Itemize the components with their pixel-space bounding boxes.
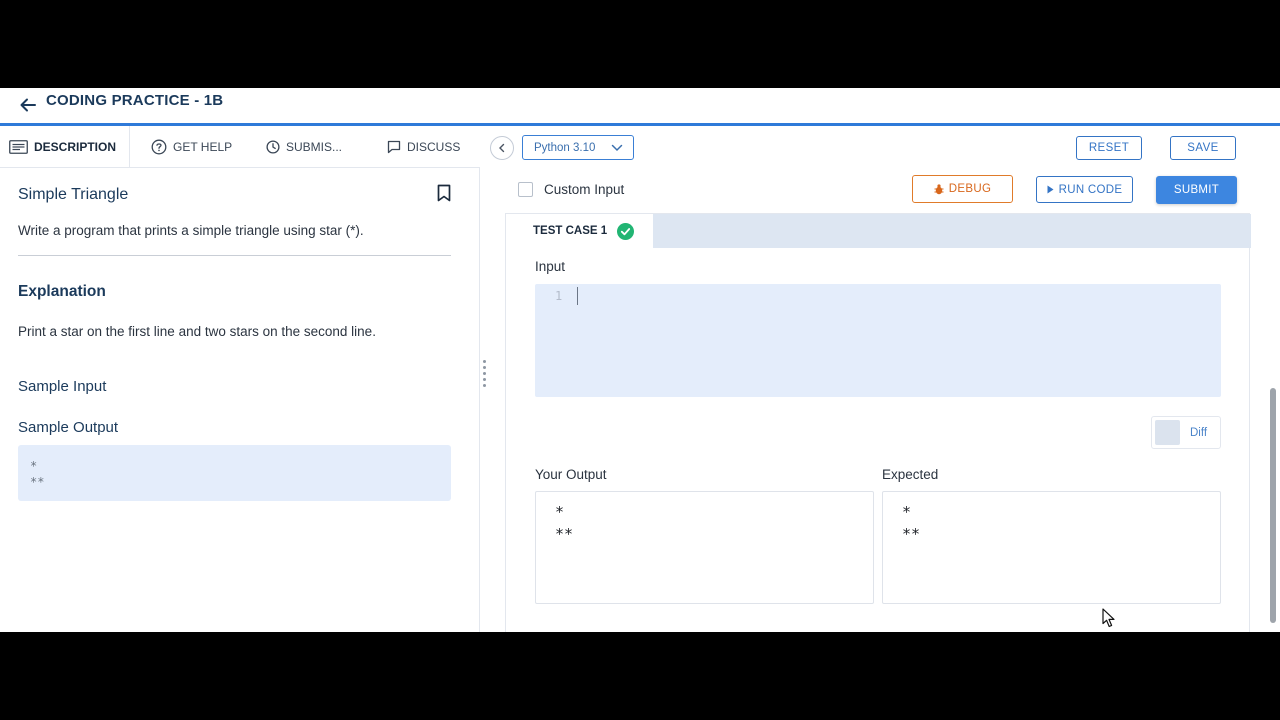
diff-toggle[interactable]: Diff [1151, 416, 1221, 449]
line-number: 1 [555, 289, 563, 303]
language-select[interactable]: Python 3.10 [522, 135, 634, 160]
diff-toggle-knob [1155, 420, 1180, 445]
test-case-panel: TEST CASE 1 Input 1 Diff Your Output Exp… [505, 213, 1251, 632]
run-code-button-label: RUN CODE [1058, 183, 1123, 196]
problem-title: Simple Triangle [18, 186, 129, 203]
top-bar: CODING PRACTICE - 1B [0, 88, 1280, 123]
tab-submissions[interactable]: SUBMIS... [266, 126, 342, 168]
reset-button[interactable]: RESET [1076, 136, 1142, 160]
sample-output-box: * ** [18, 445, 451, 501]
explanation-text: Print a star on the first line and two s… [18, 324, 376, 339]
problem-statement: Write a program that prints a simple tri… [18, 223, 364, 238]
your-output-box: * ** [535, 491, 874, 604]
page-title: CODING PRACTICE - 1B [46, 92, 224, 109]
tab-discuss[interactable]: DISCUSS [387, 126, 460, 168]
save-button[interactable]: SAVE [1170, 136, 1236, 160]
tab-get-help[interactable]: GET HELP [151, 126, 232, 168]
tab-description-label: DESCRIPTION [34, 140, 117, 154]
submit-button[interactable]: SUBMIT [1156, 176, 1237, 204]
mouse-pointer-icon [1102, 608, 1115, 628]
tab-submissions-label: SUBMIS... [286, 140, 343, 154]
expected-label: Expected [882, 467, 939, 482]
explanation-title: Explanation [18, 283, 106, 300]
tab-get-help-label: GET HELP [173, 140, 233, 154]
help-circle-icon [151, 139, 167, 155]
divider [18, 255, 451, 256]
bookmark-icon[interactable] [436, 184, 452, 202]
diff-label: Diff [1190, 427, 1208, 439]
pane-splitter-handle[interactable] [483, 360, 487, 396]
custom-input-checkbox[interactable] [518, 182, 533, 197]
chevron-down-icon [611, 144, 623, 152]
test-case-tab-bar: TEST CASE 1 [506, 214, 1251, 248]
scrollbar-thumb[interactable] [1270, 388, 1276, 623]
text-cursor [577, 287, 578, 305]
clock-icon [266, 140, 280, 154]
tab-test-case-1[interactable]: TEST CASE 1 [506, 214, 653, 248]
tab-discuss-label: DISCUSS [407, 140, 461, 154]
debug-button[interactable]: DEBUG [912, 175, 1013, 203]
collapse-pane-button[interactable] [490, 136, 514, 160]
arrow-left-icon[interactable] [18, 95, 38, 115]
custom-input-toggle[interactable]: Custom Input [518, 182, 624, 197]
description-pane: Simple Triangle Write a program that pri… [0, 168, 480, 632]
check-circle-icon [617, 222, 635, 240]
custom-input-label: Custom Input [544, 182, 625, 197]
your-output-label: Your Output [535, 467, 607, 482]
sample-output-label: Sample Output [18, 419, 119, 436]
app-window: CODING PRACTICE - 1B DESCRIPTION GET HEL… [0, 88, 1280, 632]
sample-input-label: Sample Input [18, 378, 107, 395]
run-code-button[interactable]: RUN CODE [1036, 176, 1133, 203]
input-label: Input [535, 259, 566, 274]
test-case-tab-label: TEST CASE 1 [533, 225, 608, 237]
tab-description[interactable]: DESCRIPTION [9, 126, 116, 168]
language-select-value: Python 3.10 [534, 141, 596, 154]
chevron-left-icon [499, 143, 505, 153]
test-input-editor[interactable]: 1 [535, 284, 1221, 397]
description-icon [9, 140, 28, 154]
left-tab-bar: DESCRIPTION GET HELP SUBMIS... DISCUSS [0, 126, 480, 168]
debug-button-label: DEBUG [948, 183, 992, 195]
bug-icon [934, 183, 944, 194]
expected-output-box: * ** [882, 491, 1221, 604]
play-icon [1047, 185, 1054, 194]
chat-icon [387, 140, 401, 154]
